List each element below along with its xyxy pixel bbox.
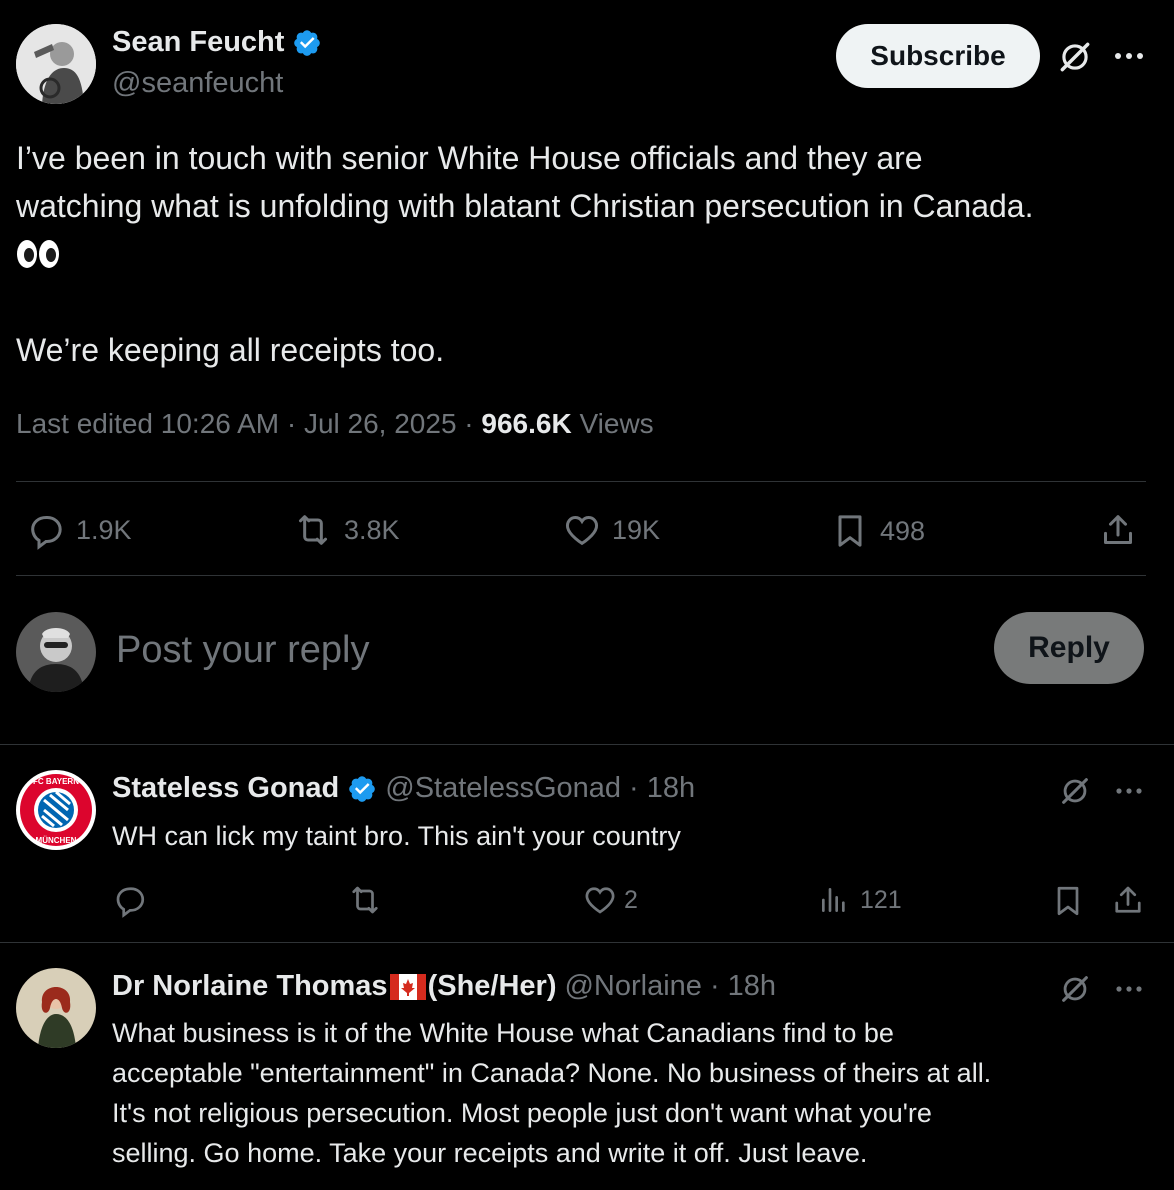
views-count: 966.6K [481,408,572,439]
svg-text:FC BAYERN: FC BAYERN [33,777,79,786]
more-options-icon[interactable] [1112,44,1146,68]
reply-button[interactable]: Reply [994,612,1144,684]
svg-text:MÜNCHEN: MÜNCHEN [36,836,77,845]
like-action[interactable]: 2 [582,882,638,918]
post-meta: Last edited 10:26 AM · Jul 26, 2025 · 96… [16,408,654,440]
reply-text-line: What business is it of the White House w… [112,1018,894,1048]
bookmark-icon [838,515,862,547]
views-count: 121 [860,885,902,914]
reply-time[interactable]: · 18h [710,970,776,1003]
more-options-icon[interactable] [1114,978,1144,1000]
post-text-line: watching what is unfolding with blatant … [16,188,1034,224]
repost-icon [299,515,327,545]
like-action[interactable]: 19K [562,510,660,550]
edited-timestamp[interactable]: Last edited 10:26 AM · Jul 26, 2025 · [16,408,481,439]
reply-text-line: It's not religious persecution. Most peo… [112,1098,932,1128]
more-options-icon[interactable] [1114,780,1144,802]
like-count: 2 [624,885,638,914]
views-action[interactable]: 121 [818,882,902,918]
post-text-line: We’re keeping all receipts too. [16,332,445,368]
reply-placeholder: Post your reply [116,629,370,671]
current-user-avatar[interactable] [16,612,96,692]
canada-flag-icon [389,973,426,1000]
like-count: 19K [612,514,661,545]
subscribe-button[interactable]: Subscribe [836,24,1040,88]
reply-author-handle[interactable]: @StatelessGonad [385,772,621,805]
post-text-line: I’ve been in touch with senior White Hou… [16,140,923,176]
reply-time[interactable]: · 18h [629,772,695,805]
reply-avatar[interactable] [16,968,96,1048]
reply-text-line: selling. Go home. Take your receipts and… [112,1138,868,1168]
reply-author-name[interactable]: Dr Norlaine Thomas🇨🇦 (She/Her) [112,970,556,1003]
author-handle[interactable]: @seanfeucht [112,67,283,100]
reply-input[interactable]: Post your reply [116,622,976,678]
eyes-icon [17,240,59,268]
post-body: I’ve been in touch with senior White Hou… [16,134,1166,374]
reply-text-line: acceptable "entertainment" in Canada? No… [112,1058,992,1088]
reply-avatar[interactable]: FC BAYERN MÜNCHEN [16,770,96,850]
share-icon[interactable] [1110,882,1146,918]
reply-header: Stateless Gonad @StatelessGonad · 18h [112,772,695,805]
reply-icon [31,516,62,550]
heart-icon [565,515,599,546]
heart-icon [585,887,615,914]
reply-count: 1.9K [76,514,132,545]
share-icon[interactable] [1098,510,1138,550]
repost-count: 3.8K [344,514,400,545]
analytics-icon [822,888,845,912]
eyes-emoji [16,230,1166,278]
grok-icon[interactable] [1058,972,1092,1006]
bookmark-icon[interactable] [1050,882,1086,920]
author-avatar[interactable] [16,24,96,104]
grok-icon[interactable] [1058,774,1092,808]
reply-text: WH can lick my taint bro. This ain't you… [112,821,681,851]
reply-author-handle[interactable]: @Norlaine [564,970,701,1003]
views-label: Views [571,408,654,439]
verified-badge-icon [349,775,376,802]
repost-action[interactable]: 3.8K [292,510,400,550]
grok-icon[interactable] [1056,38,1094,76]
reply-header: Dr Norlaine Thomas🇨🇦 (She/Her) @Norlaine… [112,970,776,1003]
bookmark-action[interactable]: 498 [830,510,925,552]
verified-badge-icon [294,29,321,56]
reply-action[interactable]: 1.9K [26,510,132,550]
reply-icon[interactable] [112,882,148,918]
reply-author-name[interactable]: Stateless Gonad [112,772,339,805]
repost-icon[interactable] [346,882,384,918]
reply-text: What business is it of the White House w… [112,1013,1162,1173]
bookmark-count: 498 [880,515,926,546]
author-name[interactable]: Sean Feucht [112,26,284,59]
